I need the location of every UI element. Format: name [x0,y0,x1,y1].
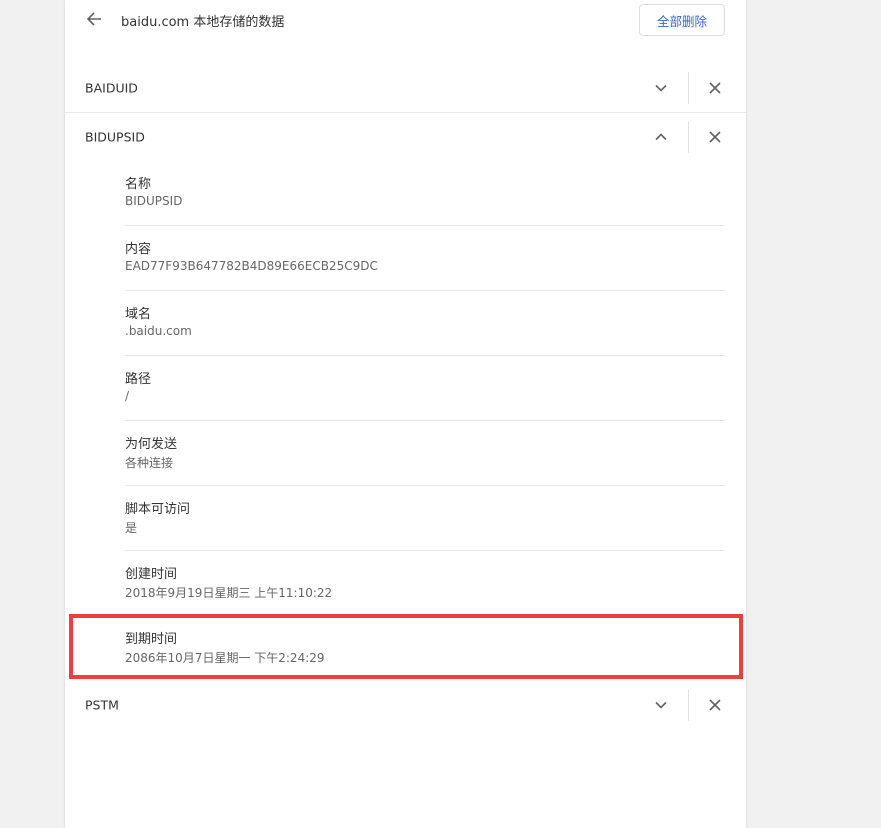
detail-value: 各种连接 [125,456,174,470]
page-title: baidu.com 本地存储的数据 [121,15,285,30]
cookie-name: BAIDUID [85,80,138,95]
detail-value: EAD77F93B647782B4D89E66ECB25C9DC [125,259,378,273]
detail-send-for: 为何发送 各种连接 [125,421,725,486]
detail-value: 2086年10月7日星期一 下午2:24:29 [125,651,325,665]
chevron-up-icon [655,132,667,140]
detail-label: 脚本可访问 [125,502,191,517]
delete-all-button[interactable]: 全部删除 [639,4,725,36]
site-data-panel: baidu.com 本地存储的数据 全部删除 BAIDUID BIDUPSID [65,0,746,828]
detail-value: 2018年9月19日星期三 上午11:10:22 [125,586,333,600]
back-button[interactable] [83,8,105,30]
detail-name: 名称 BIDUPSID [125,161,725,226]
close-icon [709,698,721,711]
collapse-button[interactable] [651,127,671,147]
detail-expires: 到期时间 2086年10月7日星期一 下午2:24:29 [125,616,725,681]
cookie-row-pstm[interactable]: PSTM [65,680,746,729]
close-icon [709,130,721,143]
arrow-left-icon [86,12,101,26]
detail-value: / [125,389,130,403]
expand-button[interactable] [651,695,671,715]
remove-cookie-button[interactable] [705,127,725,147]
detail-label: 内容 [125,242,152,257]
detail-label: 为何发送 [125,437,178,452]
detail-content: 内容 EAD77F93B647782B4D89E66ECB25C9DC [125,226,725,291]
expand-button[interactable] [651,78,671,98]
cookie-row-baiduid[interactable]: BAIDUID [65,63,746,112]
detail-value: 是 [125,521,138,535]
detail-label: 到期时间 [125,632,178,647]
chevron-down-icon [655,701,667,709]
cookie-name: BIDUPSID [85,129,145,144]
divider [688,120,689,153]
remove-cookie-button[interactable] [705,695,725,715]
detail-path: 路径 / [125,356,725,421]
detail-label: 创建时间 [125,567,178,582]
detail-script-accessible: 脚本可访问 是 [125,486,725,551]
detail-label: 路径 [125,372,152,387]
divider [688,71,689,104]
detail-created: 创建时间 2018年9月19日星期三 上午11:10:22 [125,551,725,616]
divider [688,688,689,721]
detail-value: BIDUPSID [125,194,183,208]
close-icon [709,81,721,94]
header: baidu.com 本地存储的数据 全部删除 [65,0,746,40]
remove-cookie-button[interactable] [705,78,725,98]
detail-domain: 域名 .baidu.com [125,291,725,356]
cookie-name: PSTM [85,697,119,712]
chevron-down-icon [655,84,667,92]
detail-label: 域名 [125,307,152,322]
detail-label: 名称 [125,177,152,192]
detail-value: .baidu.com [125,324,192,338]
cookie-row-bidupsid[interactable]: BIDUPSID [65,112,746,161]
